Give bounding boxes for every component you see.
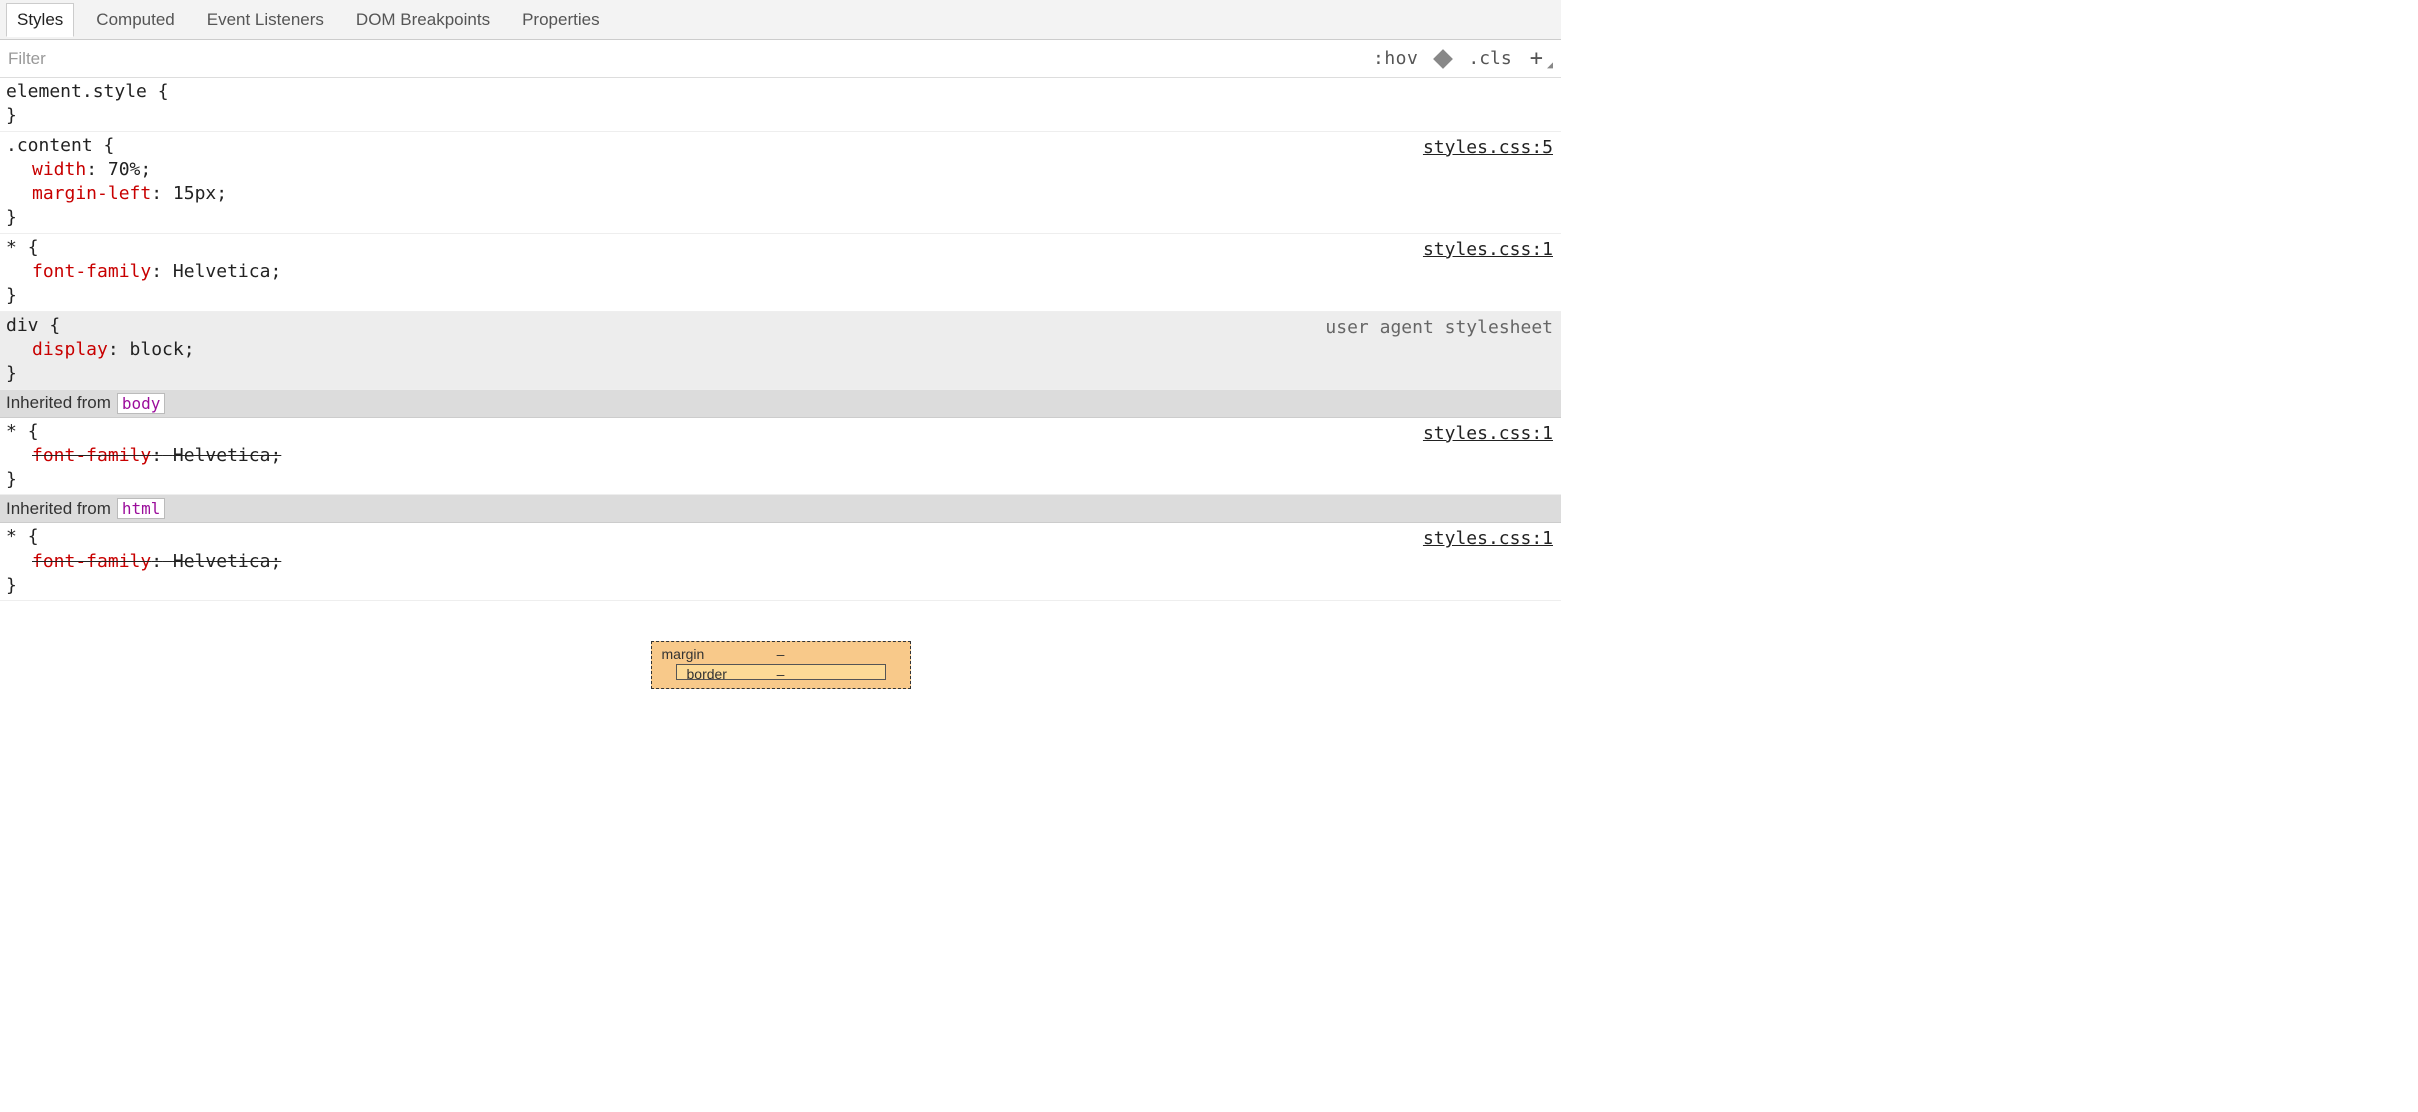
css-rule[interactable]: styles.css:1* {font-family: Helvetica;}: [0, 418, 1561, 496]
css-declaration[interactable]: font-family: Helvetica;: [6, 444, 1555, 468]
inherited-node-link[interactable]: html: [117, 498, 166, 519]
tab-computed[interactable]: Computed: [86, 4, 184, 36]
rule-close-brace: }: [6, 284, 1555, 308]
rule-close-brace: }: [6, 362, 1555, 386]
colors-icon[interactable]: [1433, 49, 1453, 69]
styles-toolbar: :hov .cls + ◢: [0, 40, 1561, 78]
rule-selector-line[interactable]: * {: [6, 525, 1555, 549]
hov-toggle[interactable]: :hov: [1373, 48, 1418, 69]
css-declaration[interactable]: width: 70%;: [6, 158, 1555, 182]
more-icon[interactable]: ◢: [1547, 60, 1553, 71]
styles-rules-list: element.style {}styles.css:5.content {wi…: [0, 78, 1561, 601]
border-top-value: –: [777, 666, 785, 682]
css-declaration[interactable]: font-family: Helvetica;: [6, 550, 1555, 574]
rule-source-link[interactable]: styles.css:1: [1423, 238, 1553, 262]
inherited-from-label: Inherited from: [6, 499, 111, 519]
inherited-node-link[interactable]: body: [117, 393, 166, 414]
rule-source-link[interactable]: styles.css:5: [1423, 136, 1553, 160]
inherited-from-label: Inherited from: [6, 393, 111, 413]
margin-top-value: –: [777, 646, 785, 662]
devtools-tabs: Styles Computed Event Listeners DOM Brea…: [0, 0, 1561, 40]
box-model-border[interactable]: border –: [676, 664, 886, 680]
inherited-separator: Inherited from body: [0, 390, 1561, 418]
rule-source-link: user agent stylesheet: [1325, 316, 1553, 340]
css-rule[interactable]: styles.css:1* {font-family: Helvetica;}: [0, 234, 1561, 312]
rule-close-brace: }: [6, 206, 1555, 230]
tab-styles[interactable]: Styles: [6, 3, 74, 37]
cls-toggle[interactable]: .cls: [1468, 48, 1511, 69]
tab-event-listeners[interactable]: Event Listeners: [197, 4, 334, 36]
rule-close-brace: }: [6, 468, 1555, 492]
margin-label: margin: [662, 646, 705, 662]
rule-close-brace: }: [6, 104, 1555, 128]
css-rule[interactable]: user agent stylesheetdiv {display: block…: [0, 312, 1561, 390]
box-model-margin[interactable]: margin – border –: [651, 641, 911, 689]
tab-properties[interactable]: Properties: [512, 4, 609, 36]
border-label: border: [687, 666, 727, 682]
rule-selector-line[interactable]: * {: [6, 420, 1555, 444]
rule-selector-line[interactable]: div {: [6, 314, 1555, 338]
inherited-separator: Inherited from html: [0, 495, 1561, 523]
css-declaration[interactable]: font-family: Helvetica;: [6, 260, 1555, 284]
rule-close-brace: }: [6, 574, 1555, 598]
new-style-rule-button[interactable]: +: [1530, 46, 1543, 71]
rule-selector-line[interactable]: .content {: [6, 134, 1555, 158]
tab-dom-breakpoints[interactable]: DOM Breakpoints: [346, 4, 500, 36]
css-declaration[interactable]: display: block;: [6, 338, 1555, 362]
rule-selector-line[interactable]: element.style {: [6, 80, 1555, 104]
styles-filter-input[interactable]: [8, 49, 1373, 69]
box-model: margin – border –: [0, 601, 1561, 689]
css-rule[interactable]: element.style {}: [0, 78, 1561, 132]
css-declaration[interactable]: margin-left: 15px;: [6, 182, 1555, 206]
rule-source-link[interactable]: styles.css:1: [1423, 422, 1553, 446]
css-rule[interactable]: styles.css:1* {font-family: Helvetica;}: [0, 523, 1561, 601]
rule-source-link[interactable]: styles.css:1: [1423, 527, 1553, 551]
css-rule[interactable]: styles.css:5.content {width: 70%;margin-…: [0, 132, 1561, 234]
rule-selector-line[interactable]: * {: [6, 236, 1555, 260]
styles-toolbar-right: :hov .cls + ◢: [1373, 46, 1553, 71]
